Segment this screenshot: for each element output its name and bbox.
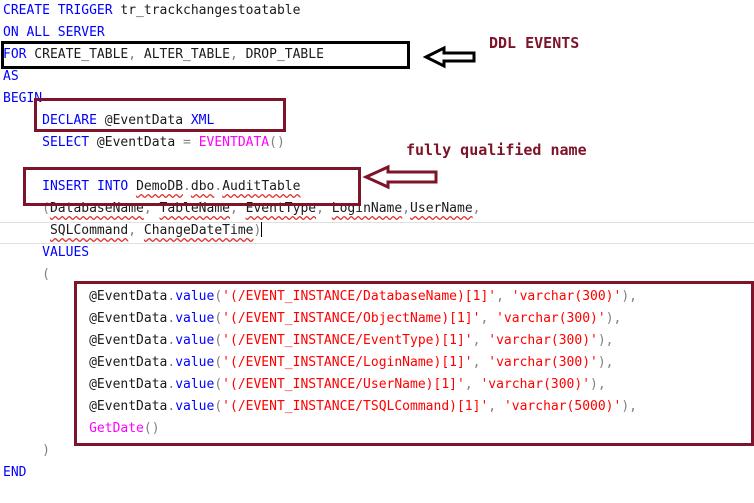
ddl-events-label: DDL EVENTS	[489, 34, 580, 52]
values-highlight-box	[74, 281, 754, 446]
code-token: ,	[128, 223, 137, 238]
fully-qualified-name-arrow-icon	[362, 164, 438, 190]
code-token: UserName	[410, 201, 473, 216]
code-line[interactable]: SELECT @EventData = EVENTDATA()	[3, 132, 285, 154]
code-token: ()	[269, 135, 285, 150]
code-token: )	[253, 223, 262, 238]
insert-into-highlight-box	[23, 167, 361, 206]
code-token: END	[3, 465, 27, 480]
fully-qualified-name-label: fully qualified name	[406, 141, 587, 159]
ddl-events-highlight-box	[1, 41, 410, 69]
code-line[interactable]: )	[3, 440, 50, 462]
code-token: SELECT	[42, 135, 90, 150]
code-line[interactable]: END	[3, 462, 26, 484]
code-line[interactable]: CREATE TRIGGER tr_trackchangestoatable	[3, 0, 300, 22]
text-caret	[261, 222, 263, 237]
code-line[interactable]: VALUES	[3, 242, 89, 264]
code-line[interactable]: SQLCommand, ChangeDateTime)	[3, 220, 263, 242]
code-token: SQLCommand	[49, 223, 129, 238]
ddl-events-arrow-icon	[422, 45, 476, 69]
code-line[interactable]: AS	[3, 66, 19, 88]
code-token: ,	[402, 201, 411, 216]
code-token: VALUES	[42, 245, 90, 260]
declare-highlight-box	[34, 98, 286, 132]
code-token: ON ALL SERVER	[3, 25, 105, 40]
code-line[interactable]: (	[3, 264, 50, 286]
code-token: @EventData	[89, 135, 176, 150]
code-token: (	[42, 267, 50, 282]
code-token: EVENTDATA	[198, 135, 270, 150]
code-token: AS	[3, 69, 19, 84]
code-token: CREATE TRIGGER	[3, 3, 113, 18]
code-token: ChangeDateTime	[143, 223, 254, 238]
code-token: tr_trackchangestoatable	[112, 3, 301, 18]
code-token: ,	[472, 201, 481, 216]
code-token: )	[42, 443, 50, 458]
code-token: =	[175, 135, 191, 150]
